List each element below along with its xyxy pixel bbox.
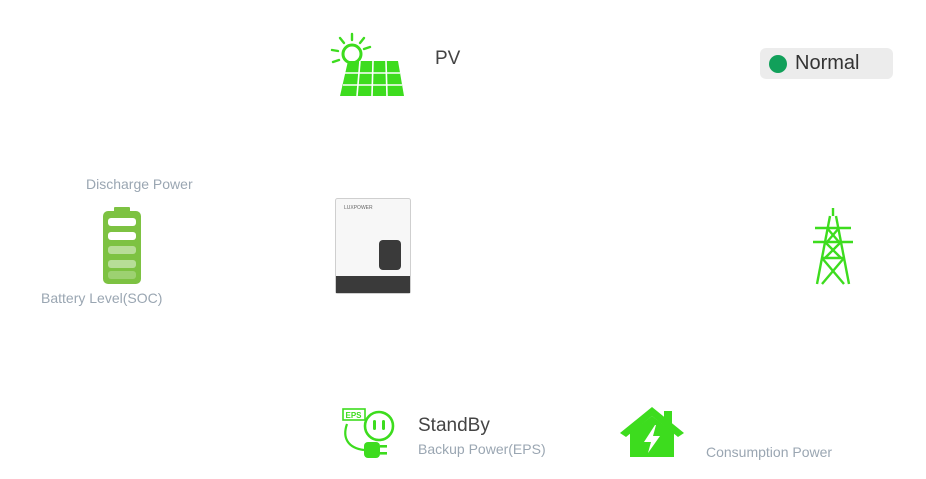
eps-plug-icon: EPS <box>342 408 395 458</box>
backup-power-label: Backup Power(EPS) <box>418 441 546 457</box>
eps-state-text: StandBy <box>418 415 490 436</box>
battery-level-label: Battery Level(SOC) <box>41 290 163 306</box>
status-dot <box>769 54 787 73</box>
status-badge: Normal <box>760 48 893 79</box>
eps-badge-text: EPS <box>346 411 363 420</box>
inverter-brand-text: LUXPOWER <box>344 205 373 211</box>
discharge-power-label: Discharge Power <box>86 176 193 192</box>
house-icon <box>620 407 684 457</box>
battery-icon <box>103 207 141 284</box>
consumption-power-label: Consumption Power <box>706 444 833 460</box>
status-text: Normal <box>795 52 860 74</box>
inverter-icon: LUXPOWER <box>335 198 411 294</box>
solar-panel-icon <box>330 32 404 97</box>
power-tower-icon <box>813 208 853 285</box>
pv-label: PV <box>435 48 461 69</box>
